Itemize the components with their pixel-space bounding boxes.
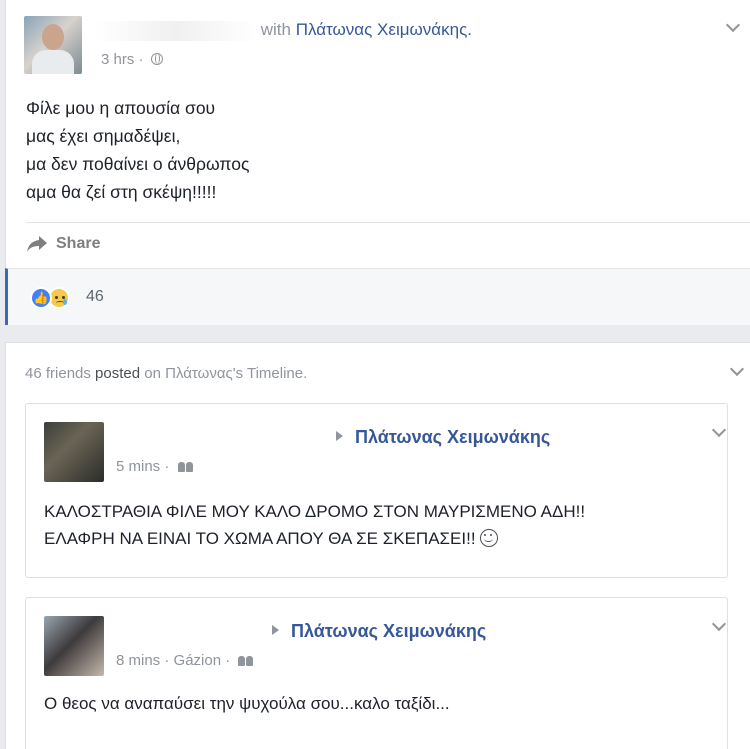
author-avatar[interactable] [24, 16, 82, 74]
arrow-right-icon [272, 625, 279, 635]
friends-count[interactable]: 46 friends [25, 365, 91, 382]
smile-icon [479, 529, 498, 547]
friend-avatar[interactable] [44, 422, 104, 482]
share-label: Share [56, 235, 101, 252]
friend-post: Πλάτωνας Χειμωνάκης 5 mins · ΚΑΛΟΣΤΡΑΘΙΑ… [25, 403, 728, 578]
time-text: 5 mins [116, 458, 161, 475]
post-message: Φίλε μου η απουσία σου μας έχει σημαδέψε… [26, 94, 249, 206]
recipient-name-text[interactable]: Πλάτωνας Χειμωνάκης [355, 427, 550, 447]
friend-post-message: ΚΑΛΟΣΤΡΑΘΙΑ ΦΙΛΕ ΜΟΥ ΚΑΛΟ ΔΡΟΜΟ ΣΤΟΝ ΜΑΥ… [44, 498, 585, 552]
separator: · [164, 652, 170, 669]
friends-icon [238, 656, 254, 666]
message-line: μα δεν ποθαίνει ο άνθρωπος [26, 154, 250, 174]
chevron-down-icon[interactable] [729, 361, 745, 377]
reactions-bar[interactable]: 👍 46 [5, 268, 750, 325]
on-text: on [144, 365, 161, 382]
like-icon: 👍 [30, 287, 52, 309]
recipient-name[interactable]: Πλάτωνας Χειμωνάκης [336, 427, 550, 448]
friend-post: Πλάτωνας Χειμωνάκης 8 mins · Gázion · Ο … [25, 597, 728, 749]
arrow-right-icon [336, 431, 343, 441]
post-timestamp[interactable]: 3 hrs · [101, 51, 163, 68]
separator: · [138, 51, 144, 68]
friend-avatar[interactable] [44, 616, 104, 676]
posted-text: posted [95, 365, 141, 382]
recipient-name-text[interactable]: Πλάτωνας Χειμωνάκης [291, 621, 486, 641]
post-card: with Πλάτωνας Χειμωνάκης. 3 hrs · Φίλε μ… [5, 0, 750, 325]
chevron-down-icon[interactable] [725, 17, 741, 33]
with-text: with [260, 20, 291, 39]
globe-icon [150, 53, 163, 65]
chevron-down-icon[interactable] [711, 616, 727, 632]
message-line-with-emoji: ΕΛΑΦΡΗ ΝΑ ΕΙΝΑΙ ΤΟ ΧΩΜΑ ΑΠΟΥ ΘΑ ΣΕ ΣΚΕΠΑ… [44, 525, 585, 552]
separator: · [164, 458, 170, 475]
friend-post-timestamp[interactable]: 5 mins · [116, 458, 194, 475]
chevron-down-icon[interactable] [711, 422, 727, 438]
reaction-count[interactable]: 46 [86, 288, 104, 306]
location-link[interactable]: Gázion [174, 652, 222, 669]
separator: · [225, 652, 231, 669]
message-line: ΕΛΑΦΡΗ ΝΑ ΕΙΝΑΙ ΤΟ ΧΩΜΑ ΑΠΟΥ ΘΑ ΣΕ ΣΚΕΠΑ… [44, 529, 476, 548]
post-header: with Πλάτωνας Χειμωνάκης. [96, 20, 472, 41]
timeline-owner-link[interactable]: Πλάτωνας's Timeline. [165, 365, 307, 382]
friends-posted-header: 46 friends posted on Πλάτωνας's Timeline… [25, 365, 307, 382]
time-text: 8 mins [116, 652, 161, 669]
message-line: ΚΑΛΟΣΤΡΑΘΙΑ ΦΙΛΕ ΜΟΥ ΚΑΛΟ ΔΡΟΜΟ ΣΤΟΝ ΜΑΥ… [44, 502, 586, 521]
share-icon [27, 236, 47, 252]
blurred-author-name [96, 20, 256, 41]
friend-post-timestamp[interactable]: 8 mins · Gázion · [116, 652, 254, 669]
divider [26, 222, 750, 223]
tagged-user-link[interactable]: Πλάτωνας Χειμωνάκης. [296, 20, 472, 39]
recipient-name[interactable]: Πλάτωνας Χειμωνάκης [272, 621, 486, 642]
message-line: Φίλε μου η απουσία σου [26, 98, 216, 118]
message-line: μας έχει σημαδέψει, [26, 126, 181, 146]
message-line: αμα θα ζεί στη σκέψη!!!!! [26, 182, 217, 202]
friends-icon [177, 462, 194, 472]
timeline-posts-card: 46 friends posted on Πλάτωνας's Timeline… [5, 342, 750, 749]
friend-post-message: Ο θεος να αναπαύσει την ψυχούλα σου...κα… [44, 690, 450, 717]
message-line: Ο θεος να αναπαύσει την ψυχούλα σου...κα… [44, 694, 450, 713]
time-text: 3 hrs [101, 51, 135, 68]
share-button[interactable]: Share [26, 235, 100, 253]
